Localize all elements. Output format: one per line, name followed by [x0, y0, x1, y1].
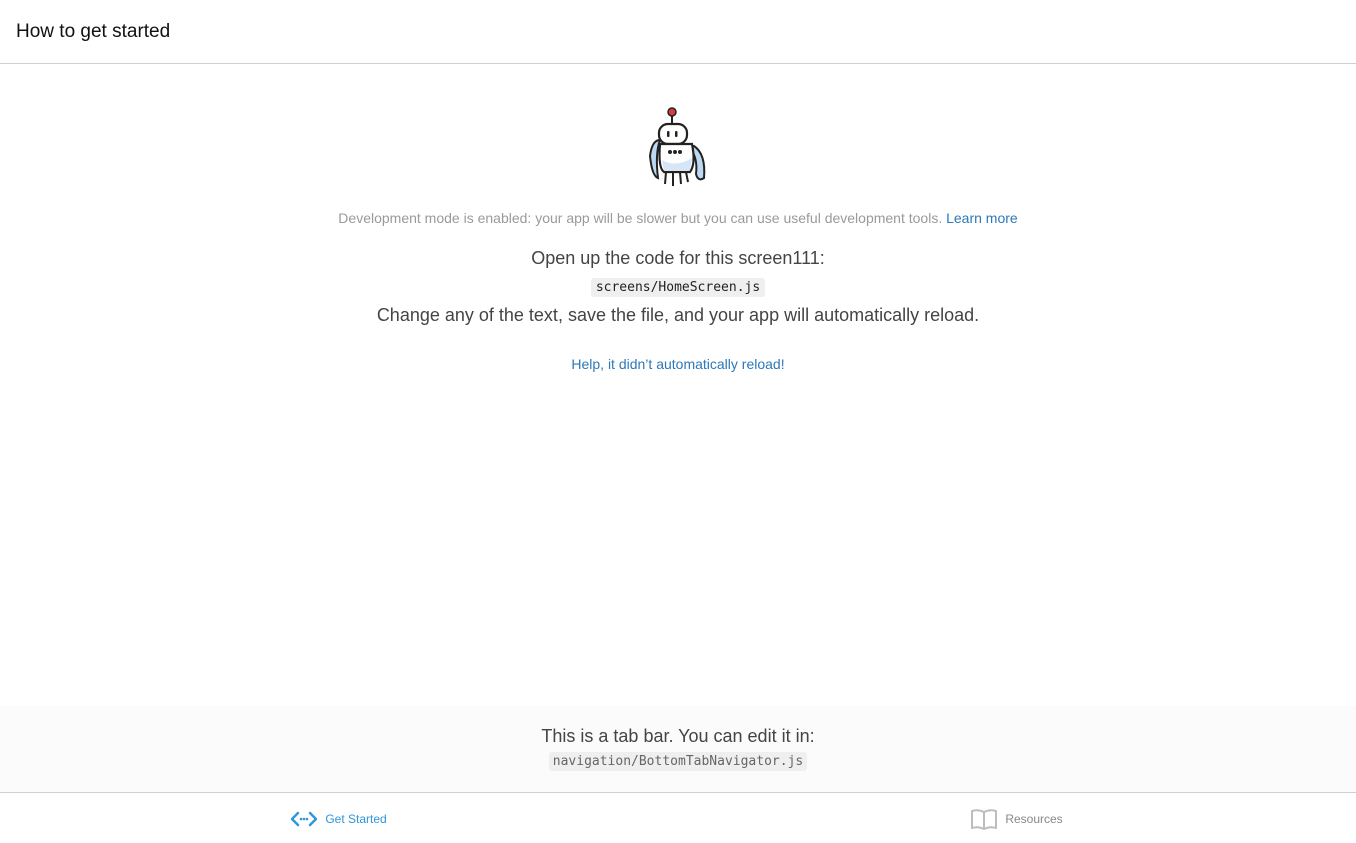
app-header: How to get started — [0, 0, 1356, 64]
open-code-text: Open up the code for this screen111: — [531, 248, 825, 268]
help-reload-link[interactable]: Help, it didn’t automatically reload! — [571, 356, 784, 372]
dev-mode-text: Development mode is enabled: your app wi… — [338, 210, 947, 226]
screen-code-path: screens/HomeScreen.js — [590, 278, 766, 297]
bottom-tab-bar: Get Started Resources — [0, 794, 1356, 843]
code-icon — [291, 810, 318, 828]
tab-get-started-label: Get Started — [325, 811, 387, 826]
tab-bar-info-text: This is a tab bar. You can edit it in: — [541, 726, 815, 746]
tab-resources[interactable]: Resources — [678, 794, 1356, 843]
tab-get-started[interactable]: Get Started — [0, 794, 678, 843]
dev-mode-notice: Development mode is enabled: your app wi… — [338, 210, 1017, 226]
robot-logo-icon — [646, 106, 710, 190]
tab-resources-label: Resources — [1005, 811, 1063, 826]
navigator-code-path: navigation/BottomTabNavigator.js — [548, 752, 808, 771]
page-title: How to get started — [16, 20, 171, 42]
change-text-instructions: Change any of the text, save the file, a… — [376, 305, 980, 325]
book-icon — [971, 808, 998, 830]
tab-bar-info: This is a tab bar. You can edit it in: n… — [0, 706, 1356, 793]
learn-more-link[interactable]: Learn more — [946, 210, 1018, 226]
home-screen: Development mode is enabled: your app wi… — [0, 64, 1356, 706]
